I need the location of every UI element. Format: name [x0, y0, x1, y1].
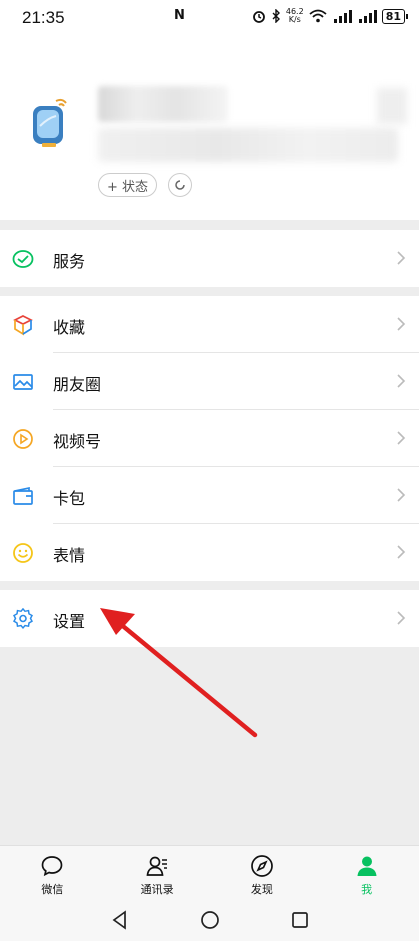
bluetooth-icon	[272, 9, 280, 23]
cube-icon	[13, 315, 33, 336]
wallet-check-icon	[12, 250, 34, 268]
chevron-right-icon	[397, 374, 406, 388]
home-icon[interactable]	[200, 910, 220, 930]
menu-label-moments: 朋友圈	[53, 375, 102, 394]
menu-item-service[interactable]: 服务	[0, 230, 419, 287]
compass-icon	[251, 855, 273, 877]
card-icon	[13, 486, 33, 505]
refresh-icon	[175, 180, 185, 190]
menu-label-stickers: 表情	[53, 546, 86, 565]
menu-item-channels[interactable]: 视频号	[0, 410, 419, 467]
recents-icon[interactable]	[290, 910, 310, 930]
status-icons: 46.2 K/s 81	[252, 8, 409, 24]
alarm-icon	[252, 11, 265, 23]
qr-code-blurred[interactable]	[377, 88, 407, 124]
menu-item-moments[interactable]: 朋友圈	[0, 353, 419, 410]
chevron-right-icon	[397, 251, 406, 265]
chevron-right-icon	[397, 611, 406, 625]
gear-icon	[13, 608, 33, 630]
menu-group-service: 服务	[0, 230, 419, 287]
menu-label-service: 服务	[53, 252, 86, 271]
bottom-tab-bar: 微信 通讯录 发现 我	[0, 845, 419, 899]
menu-item-favorites[interactable]: 收藏	[0, 296, 419, 353]
menu-item-settings[interactable]: 设置	[0, 590, 419, 647]
status-time: 21:35	[22, 8, 65, 27]
tab-me[interactable]: 我	[314, 846, 419, 899]
network-speed: 46.2 K/s	[286, 8, 304, 24]
nfc-icon: N	[174, 8, 185, 23]
menu-label-settings: 设置	[53, 612, 86, 631]
add-status-button[interactable]: + 状态	[98, 173, 158, 197]
smile-icon	[13, 543, 33, 563]
chevron-right-icon	[397, 431, 406, 445]
tab-discover[interactable]: 发现	[210, 846, 315, 899]
profile-header[interactable]: + 状态	[0, 36, 419, 220]
back-icon[interactable]	[110, 910, 130, 930]
status-label: + 状态	[107, 179, 149, 195]
system-nav-bar	[0, 899, 419, 941]
tab-label-me: 我	[361, 883, 373, 896]
battery-indicator: 81	[381, 8, 409, 24]
chevron-right-icon	[397, 488, 406, 502]
signal-icon	[333, 9, 352, 23]
chat-bubble-icon	[42, 856, 63, 877]
menu-item-stickers[interactable]: 表情	[0, 524, 419, 581]
wifi-icon	[309, 9, 327, 23]
contacts-icon	[146, 856, 168, 876]
tab-contacts[interactable]: 通讯录	[105, 846, 210, 899]
refresh-status-button[interactable]	[168, 173, 192, 197]
chevron-right-icon	[397, 317, 406, 331]
menu-label-channels: 视频号	[53, 432, 102, 451]
menu-item-cards[interactable]: 卡包	[0, 467, 419, 524]
profile-id-blurred	[98, 128, 398, 162]
person-icon	[357, 856, 377, 876]
menu-label-favorites: 收藏	[53, 318, 86, 337]
chevron-right-icon	[397, 545, 406, 559]
tab-chats[interactable]: 微信	[0, 846, 105, 899]
smartwatch-icon[interactable]	[28, 96, 74, 152]
menu-group-main: 收藏 朋友圈 视频号 卡包 表情	[0, 296, 419, 581]
speed-unit: K/s	[288, 15, 301, 24]
signal-icon-2	[358, 9, 377, 23]
tab-label-discover: 发现	[250, 883, 273, 896]
tab-label-contacts: 通讯录	[140, 883, 174, 896]
profile-name-blurred	[98, 86, 228, 122]
tab-label-chats: 微信	[41, 883, 64, 896]
menu-group-settings: 设置	[0, 590, 419, 647]
status-bar: 21:35 N 46.2 K/s 81	[0, 0, 419, 36]
play-circle-icon	[13, 429, 33, 449]
menu-label-cards: 卡包	[53, 489, 86, 508]
image-icon	[13, 374, 33, 390]
